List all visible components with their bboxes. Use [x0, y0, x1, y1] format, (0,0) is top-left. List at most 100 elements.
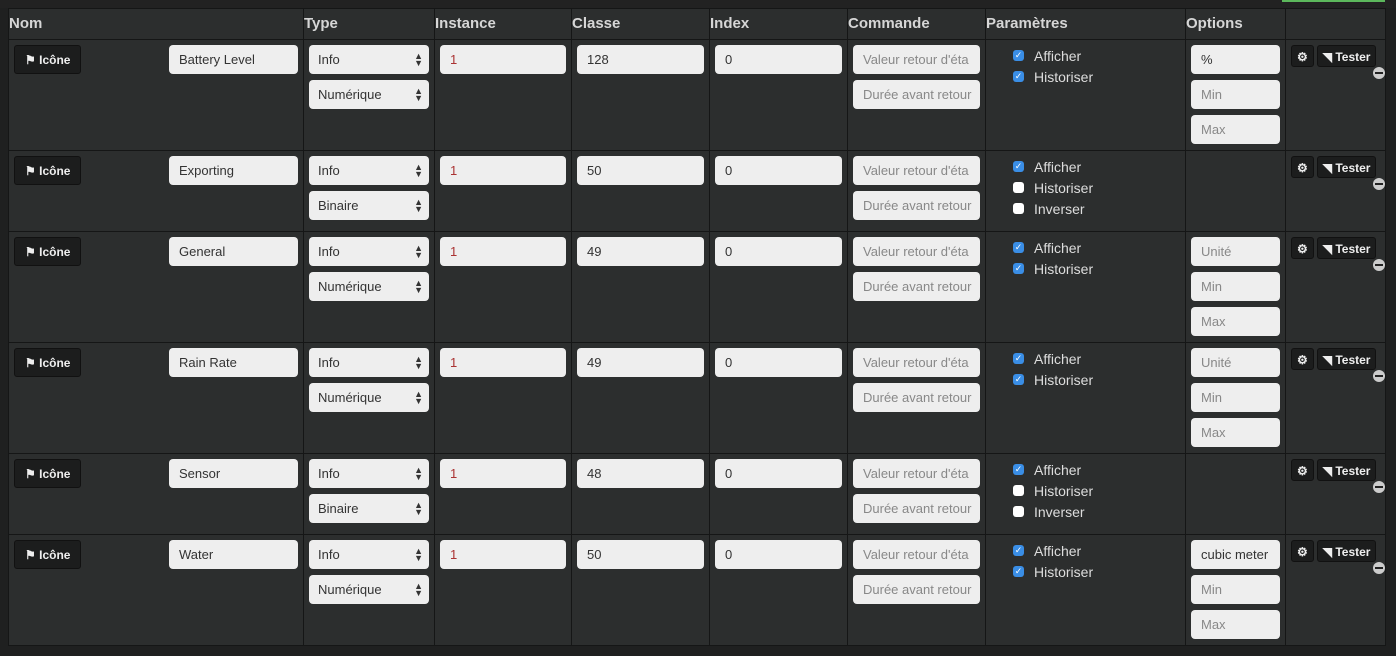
index-input[interactable]: 0 — [715, 45, 842, 74]
name-input[interactable]: Battery Level — [169, 45, 298, 74]
index-input[interactable]: 0 — [715, 237, 842, 266]
afficher-checkbox[interactable]: ✓ Afficher — [1013, 348, 1180, 369]
return-value-input[interactable]: Valeur retour d'éta — [853, 156, 980, 185]
subtype-select[interactable]: Numérique ▲ ▼ — [309, 575, 429, 604]
afficher-checkbox[interactable]: ✓ Afficher — [1013, 45, 1180, 66]
remove-icon[interactable] — [1373, 178, 1385, 190]
historiser-checkbox[interactable]: ✓ Historiser — [1013, 66, 1180, 87]
name-input[interactable]: Sensor — [169, 459, 298, 488]
name-input[interactable]: General — [169, 237, 298, 266]
instance-input[interactable]: 1 — [440, 348, 566, 377]
afficher-checkbox[interactable]: ✓ Afficher — [1013, 459, 1180, 480]
return-value-input[interactable]: Valeur retour d'éta — [853, 540, 980, 569]
configure-button[interactable]: ⚙ — [1291, 45, 1314, 67]
return-delay-input[interactable]: Durée avant retour — [853, 272, 980, 301]
historiser-checkbox[interactable]: ✓ Historiser — [1013, 258, 1180, 279]
tester-button[interactable]: ◥ Tester — [1316, 540, 1377, 562]
return-delay-input[interactable]: Durée avant retour — [853, 191, 980, 220]
max-input[interactable]: Max — [1191, 115, 1280, 144]
icon-button[interactable]: ⚑ Icône — [14, 237, 82, 266]
type-select[interactable]: Info ▲ ▼ — [309, 156, 429, 185]
index-input[interactable]: 0 — [715, 156, 842, 185]
type-select[interactable]: Info ▲ ▼ — [309, 348, 429, 377]
return-delay-input[interactable]: Durée avant retour — [853, 575, 980, 604]
classe-input[interactable]: 128 — [577, 45, 704, 74]
name-input[interactable]: Water — [169, 540, 298, 569]
icon-button[interactable]: ⚑ Icône — [14, 459, 82, 488]
min-input[interactable]: Min — [1191, 575, 1280, 604]
classe-input[interactable]: 50 — [577, 156, 704, 185]
unit-input[interactable]: % — [1191, 45, 1280, 74]
subtype-select[interactable]: Binaire ▲ ▼ — [309, 191, 429, 220]
unit-input[interactable]: Unité — [1191, 237, 1280, 266]
historiser-checkbox[interactable]: Historiser — [1013, 177, 1180, 198]
icon-button[interactable]: ⚑ Icône — [14, 348, 82, 377]
inverser-checkbox[interactable]: Inverser — [1013, 198, 1180, 219]
min-input[interactable]: Min — [1191, 272, 1280, 301]
min-input[interactable]: Min — [1191, 80, 1280, 109]
subtype-select[interactable]: Numérique ▲ ▼ — [309, 383, 429, 412]
type-select[interactable]: Info ▲ ▼ — [309, 45, 429, 74]
name-input[interactable]: Rain Rate — [169, 348, 298, 377]
return-value-input[interactable]: Valeur retour d'éta — [853, 459, 980, 488]
icon-button[interactable]: ⚑ Icône — [14, 156, 82, 185]
return-value-input[interactable]: Valeur retour d'éta — [853, 348, 980, 377]
afficher-checkbox[interactable]: ✓ Afficher — [1013, 156, 1180, 177]
historiser-checkbox[interactable]: ✓ Historiser — [1013, 369, 1180, 390]
tester-button[interactable]: ◥ Tester — [1316, 459, 1377, 481]
subtype-select[interactable]: Numérique ▲ ▼ — [309, 272, 429, 301]
configure-button[interactable]: ⚙ — [1291, 540, 1314, 562]
historiser-checkbox[interactable]: Historiser — [1013, 480, 1180, 501]
index-input[interactable]: 0 — [715, 459, 842, 488]
type-select[interactable]: Info ▲ ▼ — [309, 459, 429, 488]
return-value-input[interactable]: Valeur retour d'éta — [853, 237, 980, 266]
inverser-checkbox[interactable]: Inverser — [1013, 501, 1180, 522]
configure-button[interactable]: ⚙ — [1291, 156, 1314, 178]
return-value-input[interactable]: Valeur retour d'éta — [853, 45, 980, 74]
instance-input[interactable]: 1 — [440, 156, 566, 185]
subtype-select[interactable]: Binaire ▲ ▼ — [309, 494, 429, 523]
return-delay-input[interactable]: Durée avant retour — [853, 80, 980, 109]
afficher-checkbox[interactable]: ✓ Afficher — [1013, 540, 1180, 561]
type-select[interactable]: Info ▲ ▼ — [309, 540, 429, 569]
classe-input[interactable]: 48 — [577, 459, 704, 488]
unit-input[interactable]: cubic meter — [1191, 540, 1280, 569]
max-input[interactable]: Max — [1191, 610, 1280, 639]
type-select[interactable]: Info ▲ ▼ — [309, 237, 429, 266]
remove-icon[interactable] — [1373, 259, 1385, 271]
remove-icon[interactable] — [1373, 67, 1385, 79]
save-button-edge[interactable] — [1282, 0, 1385, 2]
configure-button[interactable]: ⚙ — [1291, 237, 1314, 259]
select-arrows-icon: ▲ ▼ — [414, 581, 423, 598]
afficher-checkbox[interactable]: ✓ Afficher — [1013, 237, 1180, 258]
instance-input[interactable]: 1 — [440, 45, 566, 74]
classe-input[interactable]: 49 — [577, 237, 704, 266]
classe-input[interactable]: 50 — [577, 540, 704, 569]
index-input[interactable]: 0 — [715, 540, 842, 569]
instance-input[interactable]: 1 — [440, 540, 566, 569]
max-input[interactable]: Max — [1191, 418, 1280, 447]
tester-button[interactable]: ◥ Tester — [1316, 45, 1377, 67]
icon-button[interactable]: ⚑ Icône — [14, 540, 82, 569]
tester-button[interactable]: ◥ Tester — [1316, 348, 1377, 370]
return-delay-input[interactable]: Durée avant retour — [853, 494, 980, 523]
historiser-checkbox[interactable]: ✓ Historiser — [1013, 561, 1180, 582]
index-input[interactable]: 0 — [715, 348, 842, 377]
classe-input[interactable]: 49 — [577, 348, 704, 377]
remove-icon[interactable] — [1373, 370, 1385, 382]
configure-button[interactable]: ⚙ — [1291, 459, 1314, 481]
max-input[interactable]: Max — [1191, 307, 1280, 336]
remove-icon[interactable] — [1373, 562, 1385, 574]
remove-icon[interactable] — [1373, 481, 1385, 493]
unit-input[interactable]: Unité — [1191, 348, 1280, 377]
configure-button[interactable]: ⚙ — [1291, 348, 1314, 370]
return-delay-input[interactable]: Durée avant retour — [853, 383, 980, 412]
name-input[interactable]: Exporting — [169, 156, 298, 185]
tester-button[interactable]: ◥ Tester — [1316, 237, 1377, 259]
subtype-select[interactable]: Numérique ▲ ▼ — [309, 80, 429, 109]
tester-button[interactable]: ◥ Tester — [1316, 156, 1377, 178]
min-input[interactable]: Min — [1191, 383, 1280, 412]
icon-button[interactable]: ⚑ Icône — [14, 45, 82, 74]
instance-input[interactable]: 1 — [440, 237, 566, 266]
instance-input[interactable]: 1 — [440, 459, 566, 488]
